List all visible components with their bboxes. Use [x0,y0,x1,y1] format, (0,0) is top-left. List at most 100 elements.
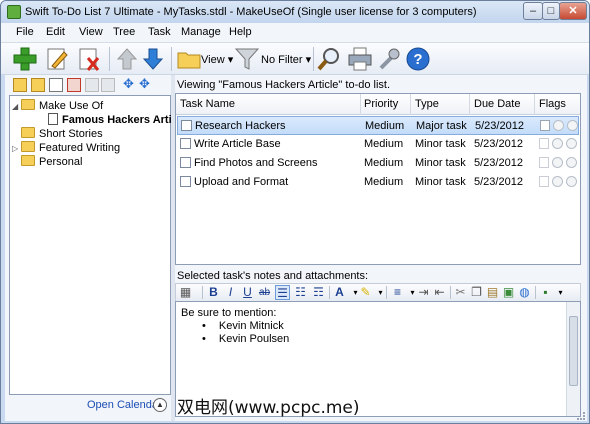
vertical-scrollbar[interactable] [566,302,580,416]
table-row[interactable]: Find Photos and Screens Medium Minor tas… [177,154,579,173]
align-icon[interactable]: ≡ [390,285,405,300]
expand-all-icon[interactable]: ✥ [123,77,137,92]
alarm-flag-icon [552,176,563,187]
folder-icon [21,99,35,110]
column-flags[interactable]: Flags [539,98,566,110]
italic-button[interactable]: I [223,285,238,300]
task-checkbox[interactable] [180,138,191,149]
new-folder-icon[interactable] [13,78,27,92]
menu-edit[interactable]: Edit [46,26,65,38]
delete-task-button[interactable] [75,45,103,73]
image-icon[interactable]: ▣ [501,285,516,300]
move-up-button[interactable] [113,45,141,73]
underline-button[interactable]: U [240,285,255,300]
plus-icon [13,47,37,71]
strikethrough-button[interactable]: ab [257,285,272,300]
bullet-list-icon[interactable]: ☰ [275,285,290,300]
menu-task[interactable]: Task [148,26,171,38]
view-dropdown[interactable]: View ▾ [201,53,233,66]
print-button[interactable] [346,45,374,73]
recurrence-flag-icon [567,120,578,131]
move-down-button[interactable] [139,45,167,73]
menu-view[interactable]: View [79,26,103,38]
new-subfolder-icon[interactable] [31,78,45,92]
printer-icon [348,47,372,71]
column-due-date[interactable]: Due Date [474,98,520,110]
table-row[interactable]: Upload and Format Medium Minor task 5/23… [177,173,579,192]
maximize-button[interactable]: □ [542,2,560,20]
link-icon[interactable]: ◍ [517,285,532,300]
numbered-list-icon[interactable]: ☷ [293,285,308,300]
funnel-icon [234,48,260,70]
close-button[interactable]: ✕ [559,2,587,20]
task-name: Write Article Base [194,138,281,150]
pencil-icon [47,48,68,70]
list-item: • Kevin Mitnick [202,320,284,332]
font-color-icon[interactable]: A [332,285,347,300]
resize-grip[interactable] [577,412,585,420]
move-left-icon[interactable] [85,78,99,92]
table-row[interactable]: Write Article Base Medium Minor task 5/2… [177,135,579,154]
task-checkbox[interactable] [180,176,191,187]
add-task-button[interactable] [11,45,39,73]
edit-task-button[interactable] [43,45,71,73]
outline-list-icon[interactable]: ☶ [311,285,326,300]
expand-arrow-icon[interactable]: ▷ [12,141,21,157]
edit-list-icon[interactable] [49,78,63,92]
collapse-arrow-icon[interactable]: ◢ [12,99,21,115]
collapse-all-icon[interactable]: ✥ [139,77,153,92]
arrow-up-icon [116,48,138,70]
highlight-icon[interactable]: ✎ [358,285,373,300]
move-right-icon[interactable] [101,78,115,92]
insert-object-icon[interactable]: ▦ [178,285,193,300]
chevron-down-icon: ▾ [305,54,312,66]
tree-toolbar: ✥ ✥ [5,75,171,95]
help-button[interactable]: ? [404,45,432,73]
menu-tree[interactable]: Tree [113,26,135,38]
menu-manage[interactable]: Manage [181,26,221,38]
column-type[interactable]: Type [415,98,439,110]
arrow-down-icon [142,48,164,70]
delete-list-icon[interactable] [67,78,81,92]
bold-button[interactable]: B [206,285,221,300]
folder-icon [21,141,35,152]
indent-icon[interactable]: ⇥ [416,285,431,300]
column-priority[interactable]: Priority [364,98,398,110]
settings-button[interactable] [375,45,403,73]
filter-button[interactable] [233,45,261,73]
menu-help[interactable]: Help [229,26,252,38]
save-icon[interactable]: ▪ [538,285,553,300]
filter-dropdown[interactable]: No Filter ▾ [261,53,311,66]
table-row[interactable]: Research Hackers Medium Major task 5/23/… [177,116,579,135]
cut-icon[interactable]: ✂ [453,285,468,300]
task-due-date: 5/23/2012 [474,138,523,150]
task-checkbox[interactable] [181,120,192,131]
chevron-down-icon[interactable]: ▾ [553,285,568,300]
open-calendar-link[interactable]: Open Calendar [87,399,162,411]
task-due-date: 5/23/2012 [474,176,523,188]
menu-bar: File Edit View Tree Task Manage Help [1,23,589,43]
task-checkbox[interactable] [180,157,191,168]
view-label: View [201,54,225,66]
minimize-button[interactable]: – [523,2,543,20]
outdent-icon[interactable]: ⇤ [432,285,447,300]
tree-item-personal[interactable]: Personal [21,154,82,170]
svg-text:?: ? [413,51,422,68]
formatting-toolbar: ▦ B I U ab ☰ ☷ ☶ A ▾ ✎ ▾ ≡ ▾ ⇥ ⇤ ✂ ❐ ▤ ▣… [175,283,581,301]
note-flag-icon [539,176,549,187]
view-folder-button[interactable] [175,45,203,73]
main-toolbar: View ▾ No Filter ▾ ? [1,43,589,75]
task-priority: Medium [364,138,404,150]
bullet-text: Kevin Mitnick [218,320,284,332]
recurrence-flag-icon [566,138,577,149]
task-type: Minor task [415,138,466,150]
menu-file[interactable]: File [16,26,34,38]
search-button[interactable] [315,45,343,73]
todo-list-icon [48,113,58,125]
chevron-up-icon[interactable]: ▲ [153,398,167,412]
copy-icon[interactable]: ❐ [469,285,484,300]
list-item: • Kevin Poulsen [202,333,289,345]
paste-icon[interactable]: ▤ [485,285,500,300]
scrollbar-thumb[interactable] [569,316,578,386]
column-task-name[interactable]: Task Name [180,98,235,110]
